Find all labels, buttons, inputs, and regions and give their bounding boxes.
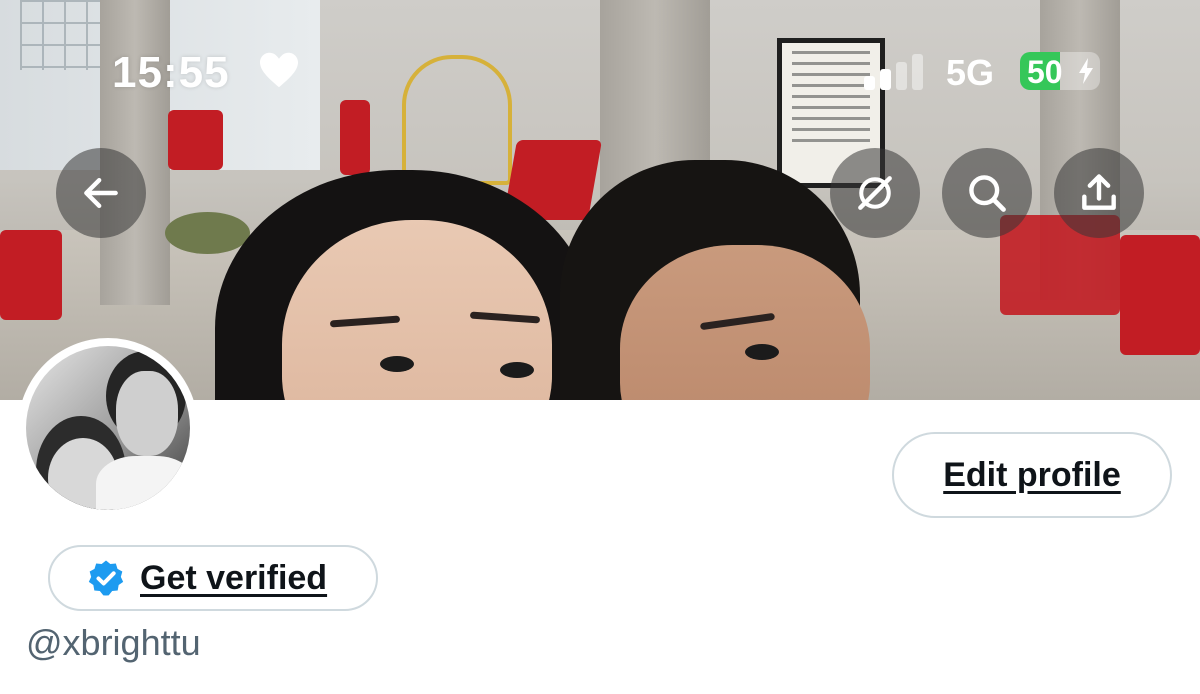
banner-shelf (402, 55, 512, 185)
avatar-shirt (96, 456, 190, 510)
banner-red-chair (1120, 235, 1200, 355)
avatar-photo (26, 346, 190, 510)
banner-eye (500, 362, 534, 378)
charging-bolt-icon (1079, 58, 1093, 84)
banner-beanbag (165, 212, 250, 254)
grok-button[interactable] (830, 148, 920, 238)
signal-icon (864, 54, 923, 90)
arrow-left-icon (84, 177, 118, 209)
banner-eye (380, 356, 414, 372)
battery-level: 50 (1027, 54, 1063, 90)
get-verified-label: Get verified (140, 558, 328, 597)
search-button[interactable] (942, 148, 1032, 238)
back-button[interactable] (56, 148, 146, 238)
battery-icon: 50 (1020, 52, 1100, 90)
share-button[interactable] (1054, 148, 1144, 238)
banner-red-chair (168, 110, 223, 170)
edit-profile-button[interactable]: Edit profile (892, 432, 1172, 518)
get-verified-button[interactable]: Get verified (48, 545, 378, 611)
banner-eye (745, 344, 779, 360)
banner-glass-blocks (20, 0, 110, 70)
search-icon (969, 175, 1006, 212)
banner-red-object (0, 230, 62, 320)
share-icon (1082, 174, 1116, 210)
profile-handle: @xbrighttu (26, 622, 201, 663)
heart-icon (260, 52, 298, 88)
status-time: 15:55 (112, 48, 230, 97)
grok-icon (858, 176, 892, 210)
avatar[interactable] (18, 338, 198, 518)
banner-red-object (340, 100, 370, 175)
network-type: 5G (946, 52, 995, 93)
avatar-person-face (116, 371, 178, 456)
verified-badge-icon (88, 560, 124, 596)
